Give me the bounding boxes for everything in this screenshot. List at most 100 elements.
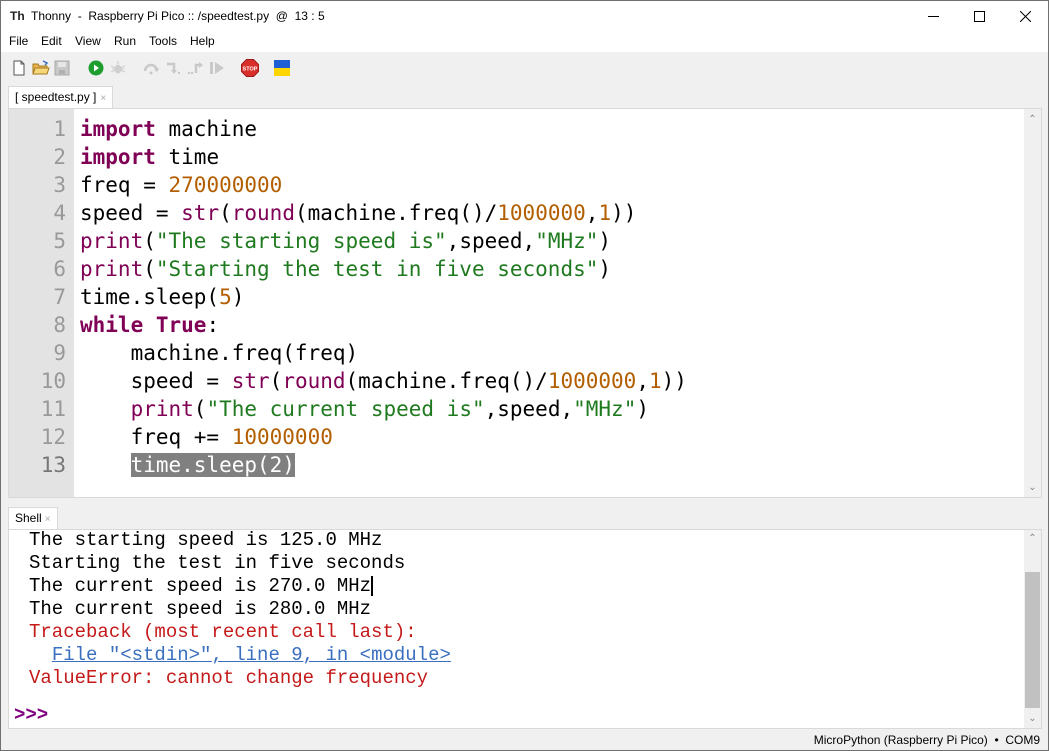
shell-console[interactable]: The starting speed is 125.0 MHz Starting … <box>8 529 1042 729</box>
new-file-icon <box>13 60 25 76</box>
debug-button[interactable] <box>110 60 126 76</box>
line-number: 3 <box>53 173 66 197</box>
ukraine-flag-icon <box>274 60 290 76</box>
code-line[interactable]: import machine <box>80 115 257 143</box>
step-into-button[interactable] <box>165 60 181 76</box>
code-token: ) <box>231 285 245 309</box>
code-line[interactable]: time.sleep(5) <box>80 283 244 311</box>
interpreter-status[interactable]: MicroPython (Raspberry Pi Pico) • COM9 <box>814 733 1040 747</box>
step-over-button[interactable] <box>143 60 159 76</box>
scroll-up-icon[interactable]: ⌃ <box>1024 113 1041 127</box>
run-button[interactable] <box>88 60 104 76</box>
code-line[interactable]: freq += 10000000 <box>80 423 333 451</box>
menu-run[interactable]: Run <box>114 34 136 48</box>
menu-help[interactable]: Help <box>190 34 215 48</box>
code-token: 5 <box>219 285 232 309</box>
close-button[interactable] <box>1002 1 1048 32</box>
thonny-logo-icon: Th <box>10 9 25 23</box>
shell-text: Traceback (most recent call last): <box>29 621 417 643</box>
code-token: ,speed, <box>484 397 574 421</box>
code-token: )) <box>661 369 687 393</box>
line-number: 9 <box>53 341 66 365</box>
shell-prompt[interactable]: >>> <box>14 704 48 727</box>
scroll-down-icon[interactable]: ⌄ <box>1024 481 1041 495</box>
tab-label: [ speedtest.py ] <box>15 90 97 104</box>
editor-vertical-scrollbar[interactable]: ⌃ ⌄ <box>1024 109 1041 497</box>
shell-scroll-thumb[interactable] <box>1025 572 1040 708</box>
code-editor[interactable]: 1 2 3 4 5 6 7 8 9 10 11 12 13 import machine import t… <box>8 108 1042 498</box>
shell-text: The current speed is 280.0 MHz <box>29 598 372 620</box>
line-number: 7 <box>53 285 66 309</box>
code-token: ) <box>636 397 649 421</box>
code-token: "MHz" <box>535 229 599 253</box>
shell-text: Starting the test in five seconds <box>29 552 406 574</box>
code-line[interactable]: freq = 270000000 <box>80 171 282 199</box>
code-token: ) <box>598 257 612 281</box>
code-token: ) <box>598 229 612 253</box>
stop-button[interactable]: STOP <box>241 59 259 77</box>
code-token: str <box>231 369 270 393</box>
open-file-button[interactable] <box>32 60 50 76</box>
minimize-button[interactable] <box>910 1 956 32</box>
code-line[interactable]: print("Starting the test in five seconds… <box>80 255 611 283</box>
code-line[interactable]: import time <box>80 143 219 171</box>
new-file-button[interactable] <box>11 60 27 76</box>
line-number-gutter: 1 2 3 4 5 6 7 8 9 10 11 12 13 <box>9 109 74 497</box>
code-token: 10000000 <box>231 425 333 449</box>
status-bar: MicroPython (Raspberry Pi Pico) • COM9 <box>1 730 1048 750</box>
code-token: machine <box>168 117 258 141</box>
menu-view[interactable]: View <box>75 34 101 48</box>
shell-text: File "<stdin>", line 9, in <module> <box>51 644 451 666</box>
code-token: 1 <box>598 201 612 225</box>
code-line[interactable]: while True: <box>80 311 219 339</box>
shell-scroll-up-icon[interactable]: ⌃ <box>1024 532 1041 546</box>
line-number: 10 <box>40 369 66 393</box>
line-number: 5 <box>53 229 66 253</box>
shell-tab-close-icon[interactable]: × <box>45 514 51 525</box>
code-token: )) <box>611 201 637 225</box>
output-line: The starting speed is 125.0 MHz <box>29 529 382 552</box>
code-line[interactable]: time.sleep(2) <box>80 451 295 479</box>
thonny-window: Th Thonny - Raspberry Pi Pico :: /speedt… <box>0 0 1049 751</box>
code-token: machine.freq(freq) <box>80 341 359 365</box>
code-token: speed = <box>80 369 232 393</box>
code-token: freq += <box>80 425 232 449</box>
step-out-button[interactable] <box>187 60 203 76</box>
line-number: 4 <box>53 201 66 225</box>
code-token: ( <box>193 397 207 421</box>
code-line[interactable]: machine.freq(freq) <box>80 339 359 367</box>
tab-shell[interactable]: Shell × <box>8 507 58 529</box>
code-token: ,speed, <box>446 229 536 253</box>
traceback-link[interactable]: File "<stdin>", line 9, in <module> <box>29 644 451 667</box>
tab-speedtest[interactable]: [ speedtest.py ] × <box>8 86 114 109</box>
code-token: 1000000 <box>497 201 586 225</box>
save-button[interactable] <box>54 60 70 76</box>
code-line[interactable]: speed = str(round(machine.freq()/1000000… <box>80 199 636 227</box>
code-token: round <box>231 201 295 225</box>
error-line: ValueError: cannot change frequency <box>29 667 428 690</box>
shell-vertical-scrollbar[interactable]: ⌃ ⌄ <box>1024 530 1041 728</box>
menu-edit[interactable]: Edit <box>41 34 62 48</box>
code-token: import <box>80 117 169 141</box>
tab-close-icon[interactable]: × <box>100 93 106 104</box>
step-out-icon <box>187 62 203 75</box>
menu-bar: File Edit View Run Tools Help <box>1 32 1048 52</box>
code-token: time.sleep( <box>80 285 220 309</box>
code-line[interactable]: speed = str(round(machine.freq()/1000000… <box>80 367 687 395</box>
shell-scroll-down-icon[interactable]: ⌄ <box>1024 712 1041 726</box>
close-icon <box>1019 11 1031 22</box>
shell-text: The current speed is 270.0 MHz <box>29 575 372 597</box>
menu-tools[interactable]: Tools <box>149 34 177 48</box>
code-line[interactable]: print("The starting speed is",speed,"MHz… <box>80 227 611 255</box>
code-line[interactable]: print("The current speed is",speed,"MHz"… <box>80 395 649 423</box>
save-icon <box>54 60 70 76</box>
editor-tabstrip: [ speedtest.py ] × <box>1 84 1048 109</box>
resume-button[interactable] <box>209 60 225 76</box>
ukraine-flag-button[interactable] <box>274 60 290 76</box>
stop-label: STOP <box>243 67 258 73</box>
menu-file[interactable]: File <box>9 34 28 48</box>
code-token: "Starting the test in five seconds" <box>155 257 599 281</box>
code-token: 270000000 <box>168 173 283 197</box>
maximize-button[interactable] <box>956 1 1002 32</box>
